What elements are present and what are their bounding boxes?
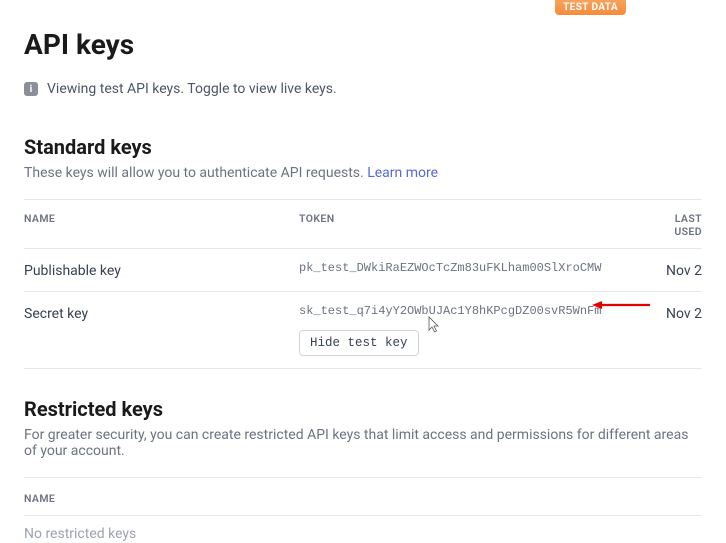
page-container: API keys i Viewing test API keys. Toggle… — [0, 0, 726, 542]
page-title: API keys — [24, 28, 702, 61]
info-icon: i — [24, 82, 38, 96]
info-banner: i Viewing test API keys. Toggle to view … — [24, 81, 702, 97]
key-token[interactable]: pk_test_DWkiRaEZWOcTcZm83uFKLham00SlXroC… — [299, 261, 659, 275]
col-name: NAME — [24, 492, 702, 505]
key-token[interactable]: sk_test_q7i4yY2OWbUJAc1Y8hKPcgDZ00svR5Wn… — [299, 304, 659, 356]
col-last-used: LAST USED — [659, 212, 702, 238]
table-row: Publishable key pk_test_DWkiRaEZWOcTcZm8… — [24, 248, 702, 291]
standard-keys-table: NAME TOKEN LAST USED Publishable key pk_… — [24, 199, 702, 369]
info-text: Viewing test API keys. Toggle to view li… — [47, 81, 337, 97]
table-header: NAME TOKEN LAST USED — [24, 200, 702, 248]
test-data-badge: TEST DATA — [555, 0, 626, 15]
key-name: Secret key — [24, 304, 299, 322]
restricted-keys-desc: For greater security, you can create res… — [24, 427, 702, 459]
cursor-icon — [427, 316, 443, 334]
standard-keys-section: Standard keys These keys will allow you … — [24, 135, 702, 369]
standard-keys-title: Standard keys — [24, 135, 702, 159]
restricted-empty-msg: No restricted keys — [24, 516, 702, 542]
key-last-used: Nov 2 — [659, 261, 702, 279]
hide-test-key-button[interactable]: Hide test key — [299, 330, 419, 356]
key-name: Publishable key — [24, 261, 299, 279]
restricted-table-header: NAME — [24, 477, 702, 516]
standard-keys-desc: These keys will allow you to authenticat… — [24, 165, 702, 181]
table-row: Secret key sk_test_q7i4yY2OWbUJAc1Y8hKPc… — [24, 291, 702, 368]
restricted-keys-section: Restricted keys For greater security, yo… — [24, 397, 702, 542]
col-name: NAME — [24, 212, 299, 238]
learn-more-link[interactable]: Learn more — [367, 165, 438, 181]
key-last-used: Nov 2 — [659, 304, 702, 322]
col-token: TOKEN — [299, 212, 659, 238]
restricted-keys-title: Restricted keys — [24, 397, 702, 421]
